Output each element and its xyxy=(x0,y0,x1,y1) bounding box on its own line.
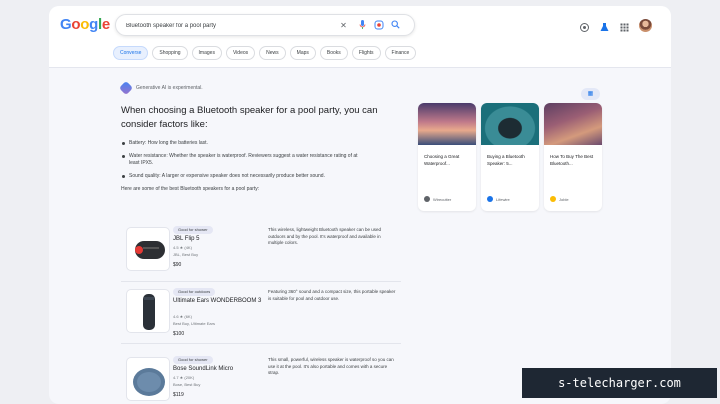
product-image[interactable] xyxy=(126,357,170,401)
source-title: Choosing a Great Waterproof... xyxy=(424,154,460,166)
source-footer: Wirecutter xyxy=(424,196,451,202)
product-badge: Good for shower xyxy=(173,356,213,364)
search-icon[interactable] xyxy=(390,20,401,31)
source-footer: Joble xyxy=(550,196,569,202)
product-price: $90 xyxy=(173,262,182,268)
experimental-label: Generative AI is experimental. xyxy=(136,85,203,91)
source-thumbnail xyxy=(481,103,539,145)
product-description: This wireless, lightweight Bluetooth spe… xyxy=(268,227,382,245)
apps-grid-icon[interactable] xyxy=(619,20,630,32)
product-rating: 4.7 ★ (20K) xyxy=(173,375,195,380)
mic-icon[interactable] xyxy=(357,20,368,31)
ai-overview: Generative AI is experimental. When choo… xyxy=(118,80,411,192)
grid-view-button[interactable]: ▦ xyxy=(581,88,600,100)
site-favicon-icon xyxy=(550,196,556,202)
sparkle-icon xyxy=(118,80,134,96)
product-row[interactable]: Good for outdoors Ultimate Ears WONDERBO… xyxy=(121,284,401,344)
product-rating: 4.5 ★ (4K) xyxy=(173,245,192,250)
tab-converse[interactable]: Converse xyxy=(113,46,149,60)
product-badge: Good for shower xyxy=(173,226,213,234)
lens-icon[interactable] xyxy=(373,20,384,31)
product-seller: Best Buy, Ultimate Ears xyxy=(173,321,215,326)
product-description: Featuring 360° sound and a compact size,… xyxy=(268,289,396,301)
tab-books[interactable]: Books xyxy=(319,46,348,60)
list-item: Battery: How long the batteries last. xyxy=(121,140,366,147)
source-thumbnail xyxy=(418,103,476,145)
product-name[interactable]: Ultimate Ears WONDERBOOM 3 xyxy=(173,298,263,305)
ai-overview-title: When choosing a Bluetooth speaker for a … xyxy=(121,105,378,130)
search-input[interactable] xyxy=(126,19,326,32)
logo-letter: g xyxy=(89,16,98,33)
product-name[interactable]: Bose SoundLink Micro xyxy=(173,366,233,372)
header: Google ✕ Converse Shopping xyxy=(49,6,671,68)
logo-letter: o xyxy=(80,16,90,33)
close-icon[interactable]: ✕ xyxy=(338,20,349,31)
tab-news[interactable]: News xyxy=(259,46,286,60)
list-item: Water resistance: Whether the speaker is… xyxy=(121,153,366,167)
source-site: Lifewire xyxy=(496,196,510,202)
source-card[interactable]: Buying a Bluetooth Speaker: 5... Lifewir… xyxy=(481,103,539,211)
search-box: ✕ xyxy=(115,14,415,36)
logo-letter: o xyxy=(71,16,81,33)
source-card[interactable]: Choosing a Great Waterproof... Wirecutte… xyxy=(418,103,476,211)
tab-images[interactable]: Images xyxy=(191,46,222,60)
source-footer: Lifewire xyxy=(487,196,510,202)
tab-maps[interactable]: Maps xyxy=(289,46,316,60)
tab-videos[interactable]: Videos xyxy=(225,46,256,60)
tab-finance[interactable]: Finance xyxy=(384,46,417,60)
google-logo[interactable]: Google xyxy=(60,16,110,33)
product-badge: Good for outdoors xyxy=(173,288,216,296)
site-favicon-icon xyxy=(424,196,430,202)
source-title: How To Buy The Best Bluetooth... xyxy=(550,154,594,166)
source-site: Wirecutter xyxy=(433,196,452,202)
search-results-page: Google ✕ Converse Shopping xyxy=(49,6,671,404)
product-row[interactable]: Good for shower Bose SoundLink Micro 4.7… xyxy=(121,352,401,404)
source-card[interactable]: How To Buy The Best Bluetooth... Joble xyxy=(544,103,602,211)
product-row[interactable]: Good for shower JBL Flip 5 4.5 ★ (4K) JB… xyxy=(121,222,401,282)
avatar[interactable] xyxy=(639,19,652,32)
labs-icon[interactable] xyxy=(579,20,590,32)
product-name[interactable]: JBL Flip 5 xyxy=(173,236,199,242)
logo-letter: e xyxy=(101,16,110,33)
search-tabs: Converse Shopping Images Videos News Map… xyxy=(113,46,417,60)
ai-overview-header: Generative AI is experimental. xyxy=(118,80,411,96)
site-favicon-icon xyxy=(487,196,493,202)
products-intro: Here are some of the best Bluetooth spea… xyxy=(121,186,260,192)
flask-icon[interactable] xyxy=(599,20,610,31)
tab-flights[interactable]: Flights xyxy=(351,46,381,60)
source-thumbnail xyxy=(544,103,602,145)
product-price: $119 xyxy=(173,392,184,398)
product-description: This small, powerful, wireless speaker i… xyxy=(268,357,394,375)
tab-shopping[interactable]: Shopping xyxy=(152,46,188,60)
factor-list: Battery: How long the batteries last. Wa… xyxy=(121,140,411,180)
product-image[interactable] xyxy=(126,227,170,271)
watermark: s-telecharger.com xyxy=(522,368,717,398)
list-item: Sound quality: A larger or expensive spe… xyxy=(121,173,366,180)
source-site: Joble xyxy=(559,196,569,202)
source-title: Buying a Bluetooth Speaker: 5... xyxy=(487,154,525,166)
product-image[interactable] xyxy=(126,289,170,333)
logo-letter: G xyxy=(60,16,72,33)
product-price: $100 xyxy=(173,331,185,337)
product-seller: JBL, Best Buy xyxy=(173,252,199,257)
product-rating: 4.6 ★ (6K) xyxy=(173,314,192,319)
product-seller: Bose, Best Buy xyxy=(173,382,201,387)
